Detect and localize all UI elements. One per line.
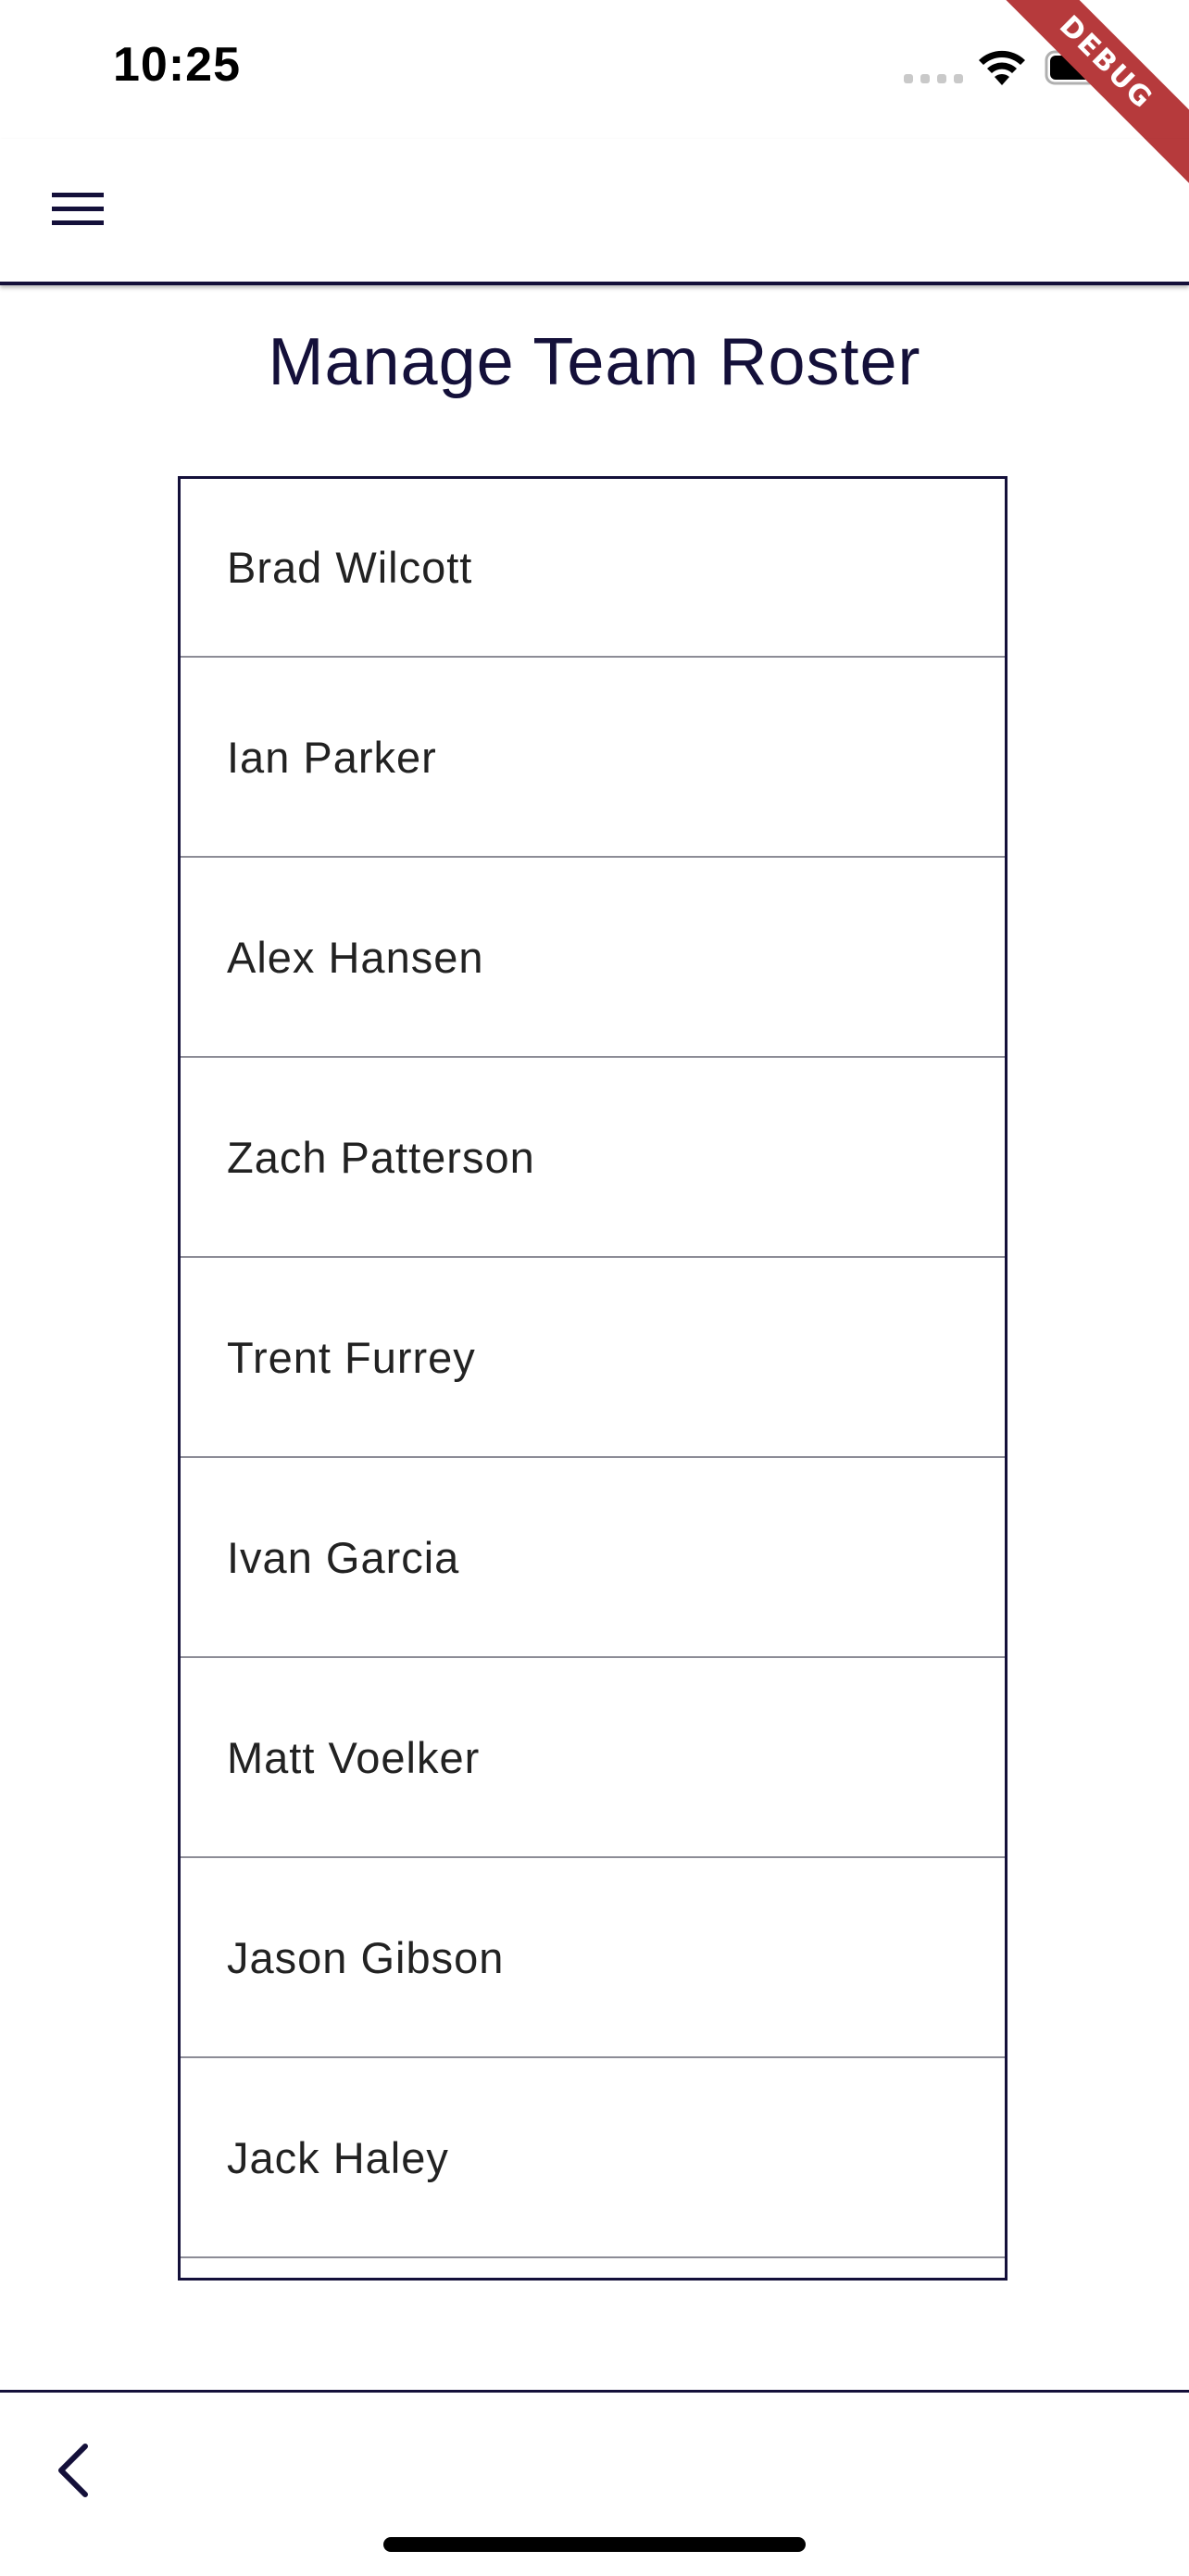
roster-item[interactable]: Trent Furrey	[181, 1258, 1005, 1458]
roster-item[interactable]: Ivan Garcia	[181, 1458, 1005, 1658]
player-name: Matt Voelker	[227, 1732, 481, 1782]
player-name: Ian Parker	[227, 732, 437, 782]
player-name: Ivan Garcia	[227, 1532, 460, 1582]
app-bar	[0, 139, 1189, 285]
roster-item[interactable]: Zach Patterson	[181, 1058, 1005, 1258]
player-name: Trent Furrey	[227, 1332, 476, 1382]
roster-item[interactable]	[181, 2258, 1005, 2278]
player-name: Jason Gibson	[227, 1932, 505, 1982]
bottom-navigation-bar	[0, 2390, 1189, 2576]
player-name: Zach Patterson	[227, 1132, 535, 1182]
player-name: Brad Wilcott	[227, 543, 473, 592]
chevron-left-icon[interactable]	[48, 2441, 100, 2500]
roster-item[interactable]: Jason Gibson	[181, 1858, 1005, 2058]
wifi-icon	[979, 50, 1025, 85]
player-name: Jack Haley	[227, 2132, 449, 2182]
roster-item[interactable]: Matt Voelker	[181, 1658, 1005, 1858]
page-title: Manage Team Roster	[268, 325, 921, 399]
status-bar: 10:25 DEBUG	[0, 0, 1189, 220]
home-indicator	[383, 2537, 806, 2552]
roster-list[interactable]: Brad Wilcott Ian Parker Alex Hansen Zach…	[178, 476, 1008, 2281]
status-time: 10:25	[113, 38, 241, 92]
roster-item[interactable]: Brad Wilcott	[181, 479, 1005, 658]
roster-item[interactable]: Alex Hansen	[181, 858, 1005, 1058]
cellular-signal-icon	[904, 74, 963, 83]
player-name: Alex Hansen	[227, 932, 484, 982]
hamburger-menu-icon[interactable]	[48, 187, 107, 232]
roster-item[interactable]: Jack Haley	[181, 2058, 1005, 2258]
roster-item[interactable]: Ian Parker	[181, 658, 1005, 858]
